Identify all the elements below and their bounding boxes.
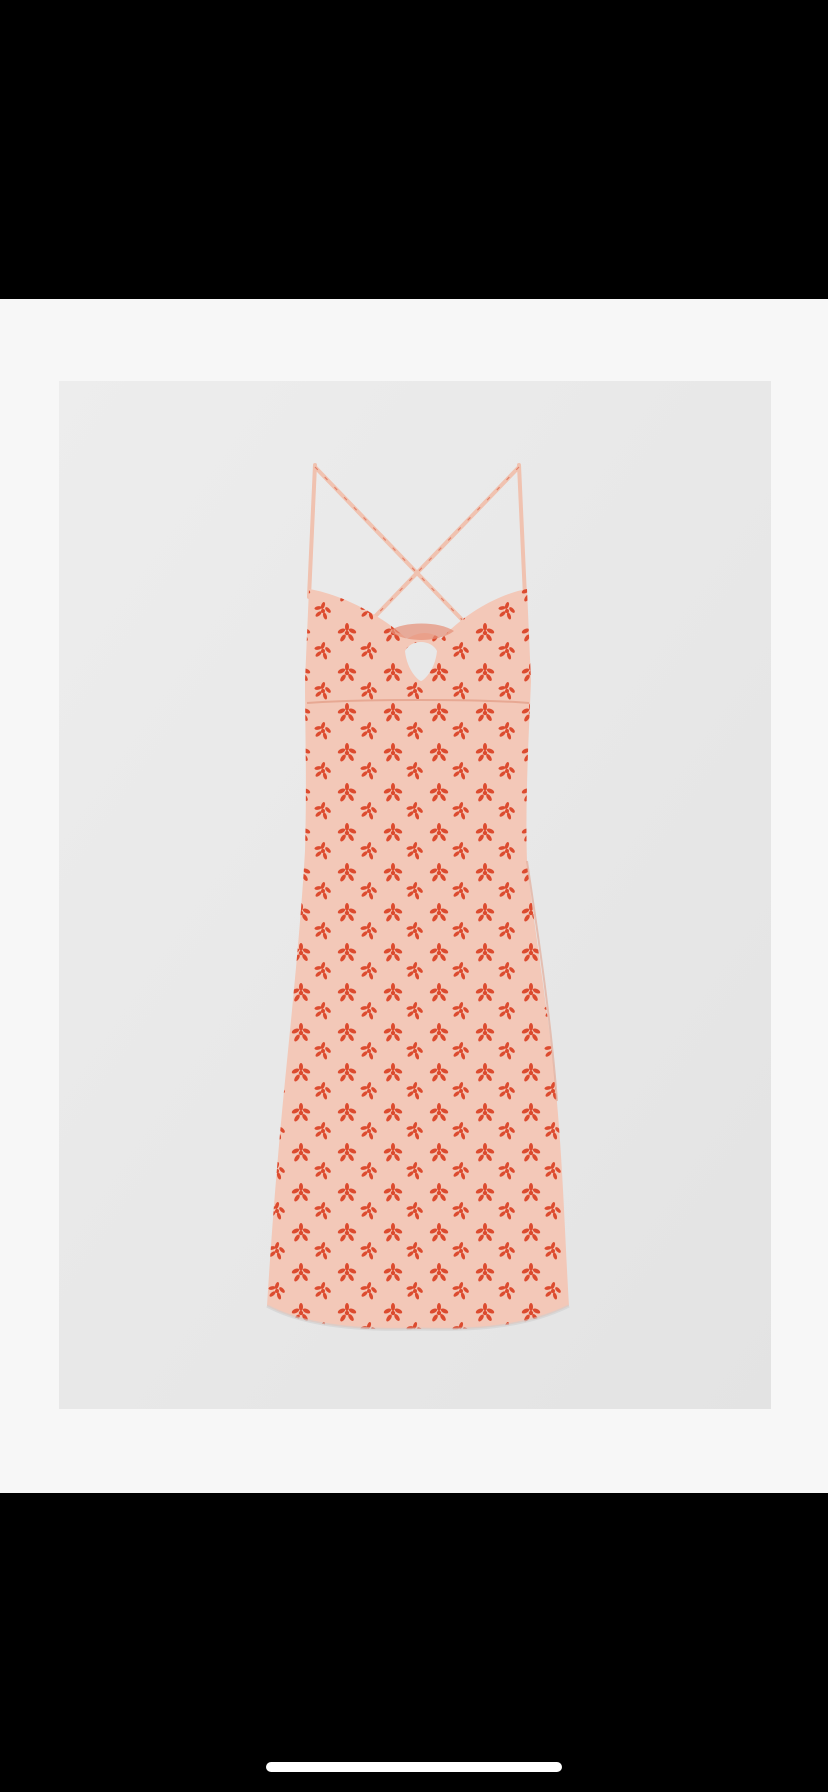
image-viewer[interactable] (0, 299, 828, 1493)
home-indicator[interactable] (266, 1762, 562, 1772)
dress-icon (59, 381, 771, 1409)
product-photo[interactable] (59, 381, 771, 1409)
screen (0, 0, 828, 1792)
